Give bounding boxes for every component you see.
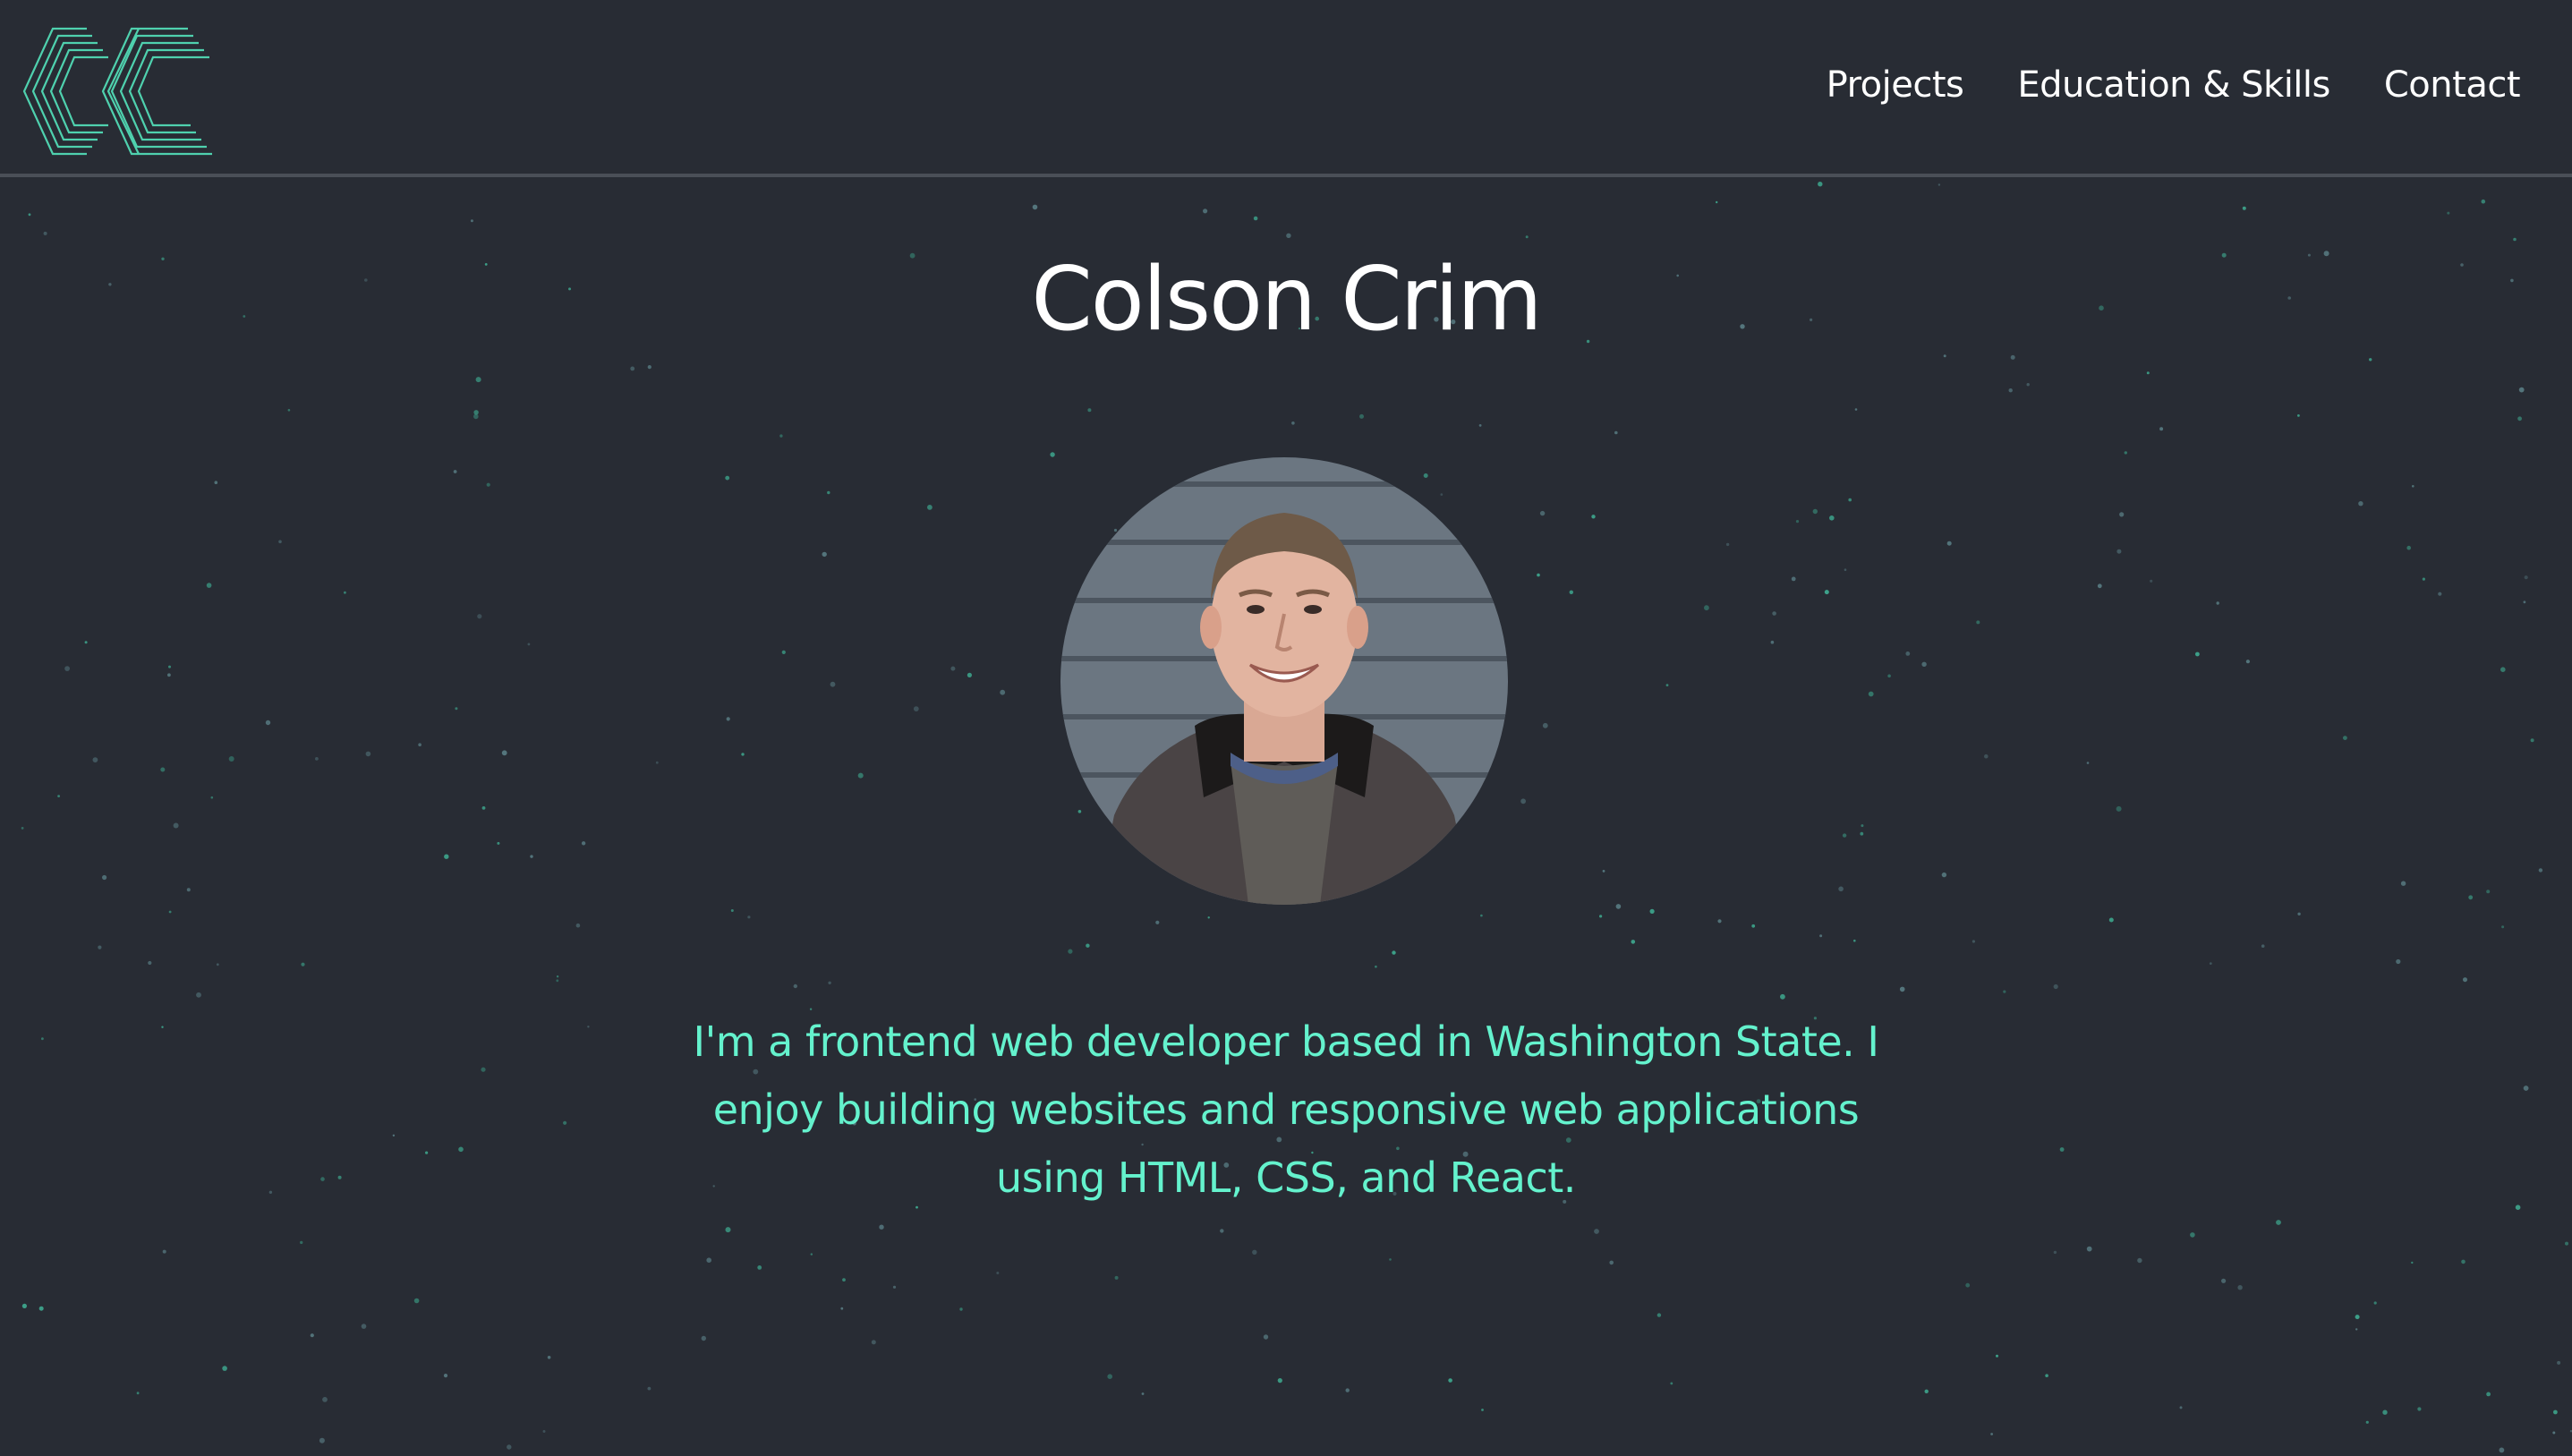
main-nav: Projects Education & Skills Contact bbox=[1827, 64, 2521, 106]
bio-text: I'm a frontend web developer based in Wa… bbox=[693, 1017, 1879, 1202]
nav-link-education-skills[interactable]: Education & Skills bbox=[2017, 64, 2330, 106]
nav-link-projects[interactable]: Projects bbox=[1827, 64, 1964, 106]
site-header: Projects Education & Skills Contact bbox=[0, 0, 2572, 177]
cc-monogram-logo-icon bbox=[22, 27, 212, 156]
nav-link-contact[interactable]: Contact bbox=[2384, 64, 2521, 106]
home-logo-link[interactable] bbox=[22, 27, 215, 157]
page-title: Colson Crim bbox=[1031, 249, 1542, 351]
page: Projects Education & Skills Contact Cols… bbox=[0, 0, 2572, 1456]
profile-photo bbox=[1060, 457, 1508, 905]
profile-photo-image bbox=[1060, 457, 1508, 905]
